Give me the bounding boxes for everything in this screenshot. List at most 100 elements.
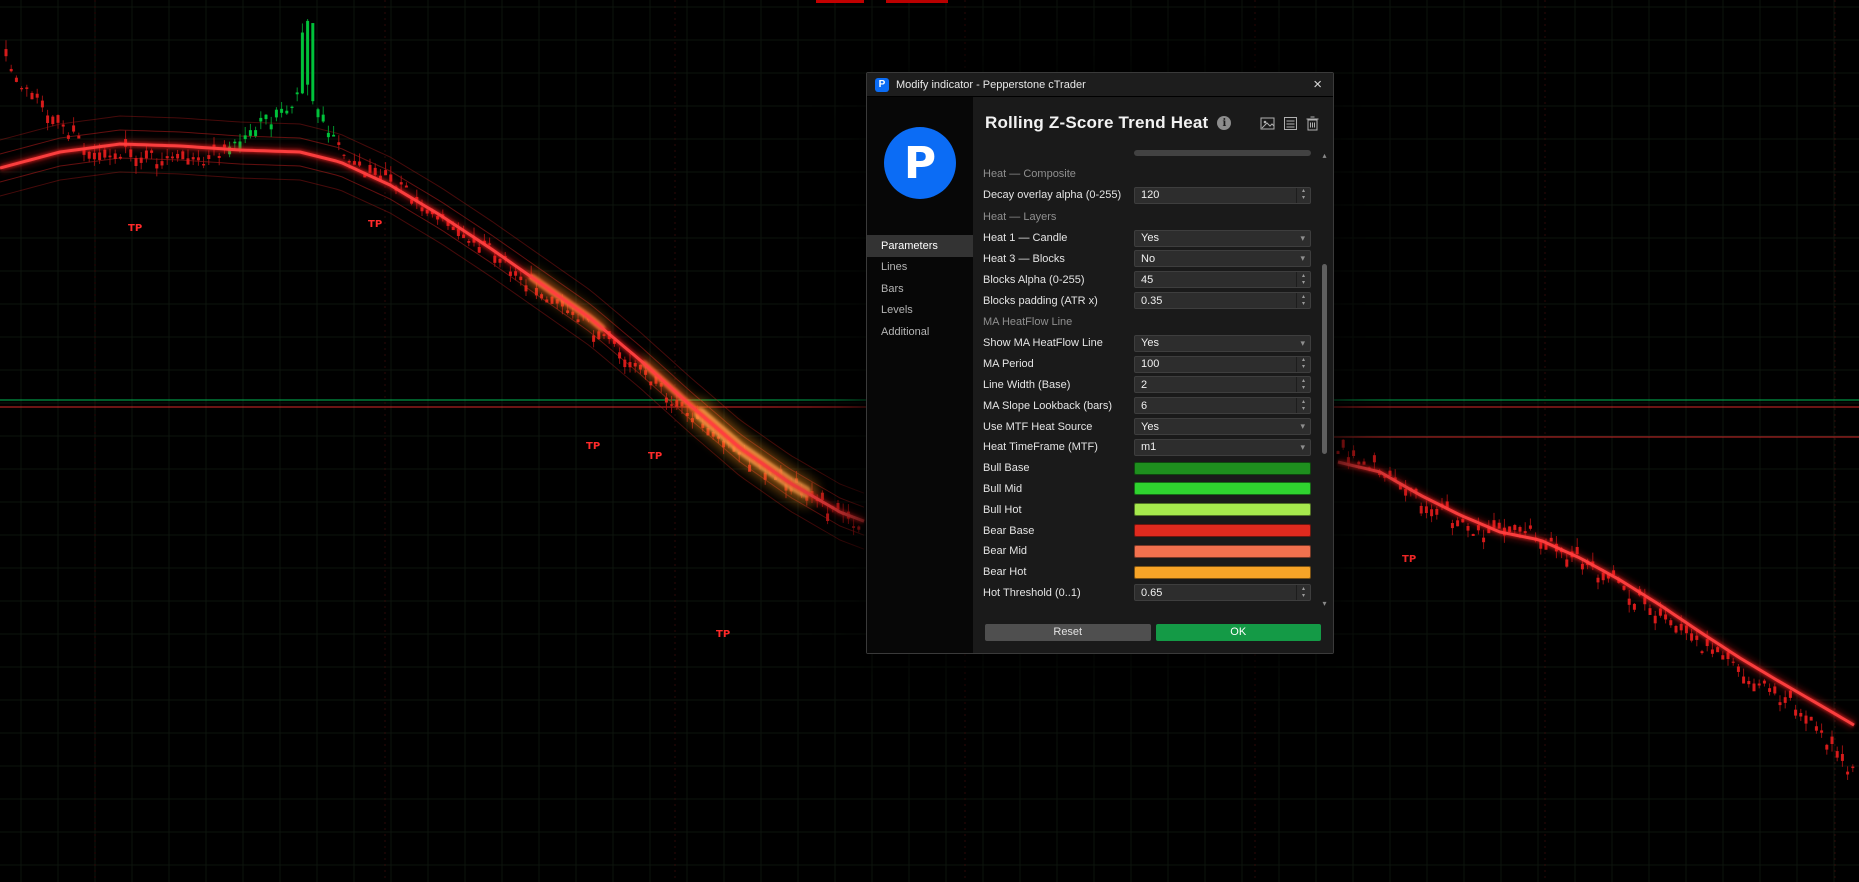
param-label: Heat 3 — Blocks <box>983 252 1065 265</box>
tp-label: TP <box>586 441 600 452</box>
stepper-down-icon[interactable]: ▾ <box>1302 195 1305 202</box>
stepper-arrows[interactable]: ▴ ▾ <box>1296 377 1310 393</box>
param-row: Bear Hot <box>973 562 1333 583</box>
stepper-value: 100 <box>1141 358 1160 371</box>
dialog-content: Rolling Z-Score Trend Heat i Heat — Comp… <box>973 97 1333 653</box>
color-swatch-bull-mid[interactable] <box>1134 482 1311 496</box>
stepper-value: 45 <box>1141 273 1154 286</box>
chevron-down-icon: ▾ <box>1300 421 1305 432</box>
section-title: Heat — Composite <box>983 168 1076 180</box>
pepperstone-logo-icon: P <box>875 77 889 92</box>
stepper-arrows[interactable]: ▴ ▾ <box>1296 585 1310 601</box>
pepperstone-logo: P <box>884 127 956 199</box>
stepper-value: 120 <box>1141 189 1160 202</box>
sidebar-item-parameters[interactable]: Parameters <box>867 235 973 257</box>
dropdown-value: No <box>1141 252 1156 265</box>
stepper-blocks-padding-atr-x[interactable]: 0.35 ▴ ▾ <box>1134 292 1311 310</box>
scrollbar-thumb[interactable] <box>1322 264 1327 454</box>
stepper-down-icon[interactable]: ▾ <box>1302 364 1305 371</box>
template-icon[interactable] <box>1283 116 1298 131</box>
trading-workspace: TP TP TP TP TP TP P Modify indicator - Pepper… <box>0 0 1859 882</box>
stepper-decay-overlay-alpha-0-255[interactable]: 120 ▴ ▾ <box>1134 186 1311 204</box>
stepper-hot-threshold-0-1[interactable]: 0.65 ▴ ▾ <box>1134 584 1311 602</box>
parameters-panel: Heat — Composite Decay overlay alpha (0-2… <box>973 149 1333 611</box>
reset-button[interactable]: Reset <box>985 623 1151 641</box>
color-swatch-bull-base[interactable] <box>1134 461 1311 475</box>
color-swatch-bear-mid[interactable] <box>1134 544 1311 558</box>
param-row: Hot Threshold (0..1) 0.65 ▴ ▾ <box>973 583 1333 604</box>
image-export-icon[interactable] <box>1260 116 1275 131</box>
ok-button[interactable]: OK <box>1155 623 1321 641</box>
scroll-down-icon[interactable]: ▾ <box>1317 599 1332 609</box>
param-label: Decay overlay alpha (0-255) <box>983 189 1122 202</box>
tp-label: TP <box>128 223 142 234</box>
scrollbar[interactable]: ▴ ▾ <box>1317 149 1332 611</box>
param-label: Blocks Alpha (0-255) <box>983 273 1085 286</box>
param-row: Heat TimeFrame (MTF) m1 ▾ <box>973 437 1333 458</box>
close-icon[interactable]: × <box>1310 77 1325 92</box>
param-row: Bear Base <box>973 520 1333 541</box>
tp-label: TP <box>1402 554 1416 565</box>
tp-label: TP <box>716 629 730 640</box>
stepper-blocks-alpha-0-255[interactable]: 45 ▴ ▾ <box>1134 271 1311 289</box>
dropdown-value: Yes <box>1141 232 1159 245</box>
trash-icon[interactable] <box>1306 116 1319 131</box>
sidebar-item-bars[interactable]: Bars <box>867 278 973 300</box>
stepper-down-icon[interactable]: ▾ <box>1302 385 1305 392</box>
param-label: Bull Hot <box>983 503 1022 516</box>
param-label: Heat TimeFrame (MTF) <box>983 441 1098 454</box>
param-label: Hot Threshold (0..1) <box>983 586 1081 599</box>
stepper-up-icon[interactable]: ▴ <box>1302 188 1305 195</box>
stepper-arrows[interactable]: ▴ ▾ <box>1296 356 1310 372</box>
dialog-titlebar[interactable]: P Modify indicator - Pepperstone cTrader… <box>867 73 1333 97</box>
stepper-arrows[interactable]: ▴ ▾ <box>1296 398 1310 414</box>
partial-control[interactable] <box>973 149 1333 163</box>
stepper-down-icon[interactable]: ▾ <box>1302 301 1305 308</box>
dropdown-use-mtf-heat-source[interactable]: Yes ▾ <box>1134 418 1311 436</box>
chevron-down-icon: ▾ <box>1300 232 1305 243</box>
stepper-value: 2 <box>1141 378 1148 391</box>
dropdown-heat-3-blocks[interactable]: No ▾ <box>1134 250 1311 268</box>
stepper-value: 0.65 <box>1141 586 1163 599</box>
stepper-ma-slope-lookback-bars[interactable]: 6 ▴ ▾ <box>1134 397 1311 415</box>
stepper-up-icon[interactable]: ▴ <box>1302 357 1305 364</box>
sidebar-item-additional[interactable]: Additional <box>867 321 973 343</box>
param-label: Bear Hot <box>983 566 1027 579</box>
stepper-up-icon[interactable]: ▴ <box>1302 378 1305 385</box>
tp-label: TP <box>368 219 382 230</box>
param-label: Use MTF Heat Source <box>983 420 1093 433</box>
param-row: Line Width (Base) 2 ▴ ▾ <box>973 375 1333 396</box>
info-icon[interactable]: i <box>1217 116 1232 130</box>
stepper-up-icon[interactable]: ▴ <box>1302 586 1305 593</box>
indicator-title: Rolling Z-Score Trend Heat <box>985 113 1209 132</box>
dropdown-heat-timeframe-mtf[interactable]: m1 ▾ <box>1134 438 1311 456</box>
chevron-down-icon: ▾ <box>1300 441 1305 452</box>
stepper-value: 6 <box>1141 399 1148 412</box>
stepper-arrows[interactable]: ▴ ▾ <box>1296 272 1310 288</box>
dropdown-value: Yes <box>1141 420 1159 433</box>
scroll-up-icon[interactable]: ▴ <box>1317 151 1332 161</box>
param-row: Bear Mid <box>973 541 1333 562</box>
color-swatch-bear-base[interactable] <box>1134 524 1311 538</box>
dropdown-heat-1-candle[interactable]: Yes ▾ <box>1134 229 1311 247</box>
stepper-line-width-base[interactable]: 2 ▴ ▾ <box>1134 376 1311 394</box>
param-row: Bull Mid <box>973 479 1333 500</box>
stepper-up-icon[interactable]: ▴ <box>1302 399 1305 406</box>
stepper-down-icon[interactable]: ▾ <box>1302 593 1305 600</box>
stepper-down-icon[interactable]: ▾ <box>1302 280 1305 287</box>
sidebar-item-lines[interactable]: Lines <box>867 257 973 279</box>
sidebar-item-levels[interactable]: Levels <box>867 300 973 322</box>
stepper-arrows[interactable]: ▴ ▾ <box>1296 293 1310 309</box>
stepper-down-icon[interactable]: ▾ <box>1302 406 1305 413</box>
section-title: MA HeatFlow Line <box>983 315 1073 328</box>
stepper-ma-period[interactable]: 100 ▴ ▾ <box>1134 355 1311 373</box>
param-row: Heat 1 — Candle Yes ▾ <box>973 228 1333 249</box>
stepper-arrows[interactable]: ▴ ▾ <box>1296 187 1310 203</box>
param-row: Bull Hot <box>973 499 1333 520</box>
dropdown-show-ma-heatflow-line[interactable]: Yes ▾ <box>1134 334 1311 352</box>
tp-label: TP <box>648 451 662 462</box>
color-swatch-bear-hot[interactable] <box>1134 565 1311 579</box>
stepper-up-icon[interactable]: ▴ <box>1302 273 1305 280</box>
stepper-up-icon[interactable]: ▴ <box>1302 294 1305 301</box>
color-swatch-bull-hot[interactable] <box>1134 503 1311 517</box>
